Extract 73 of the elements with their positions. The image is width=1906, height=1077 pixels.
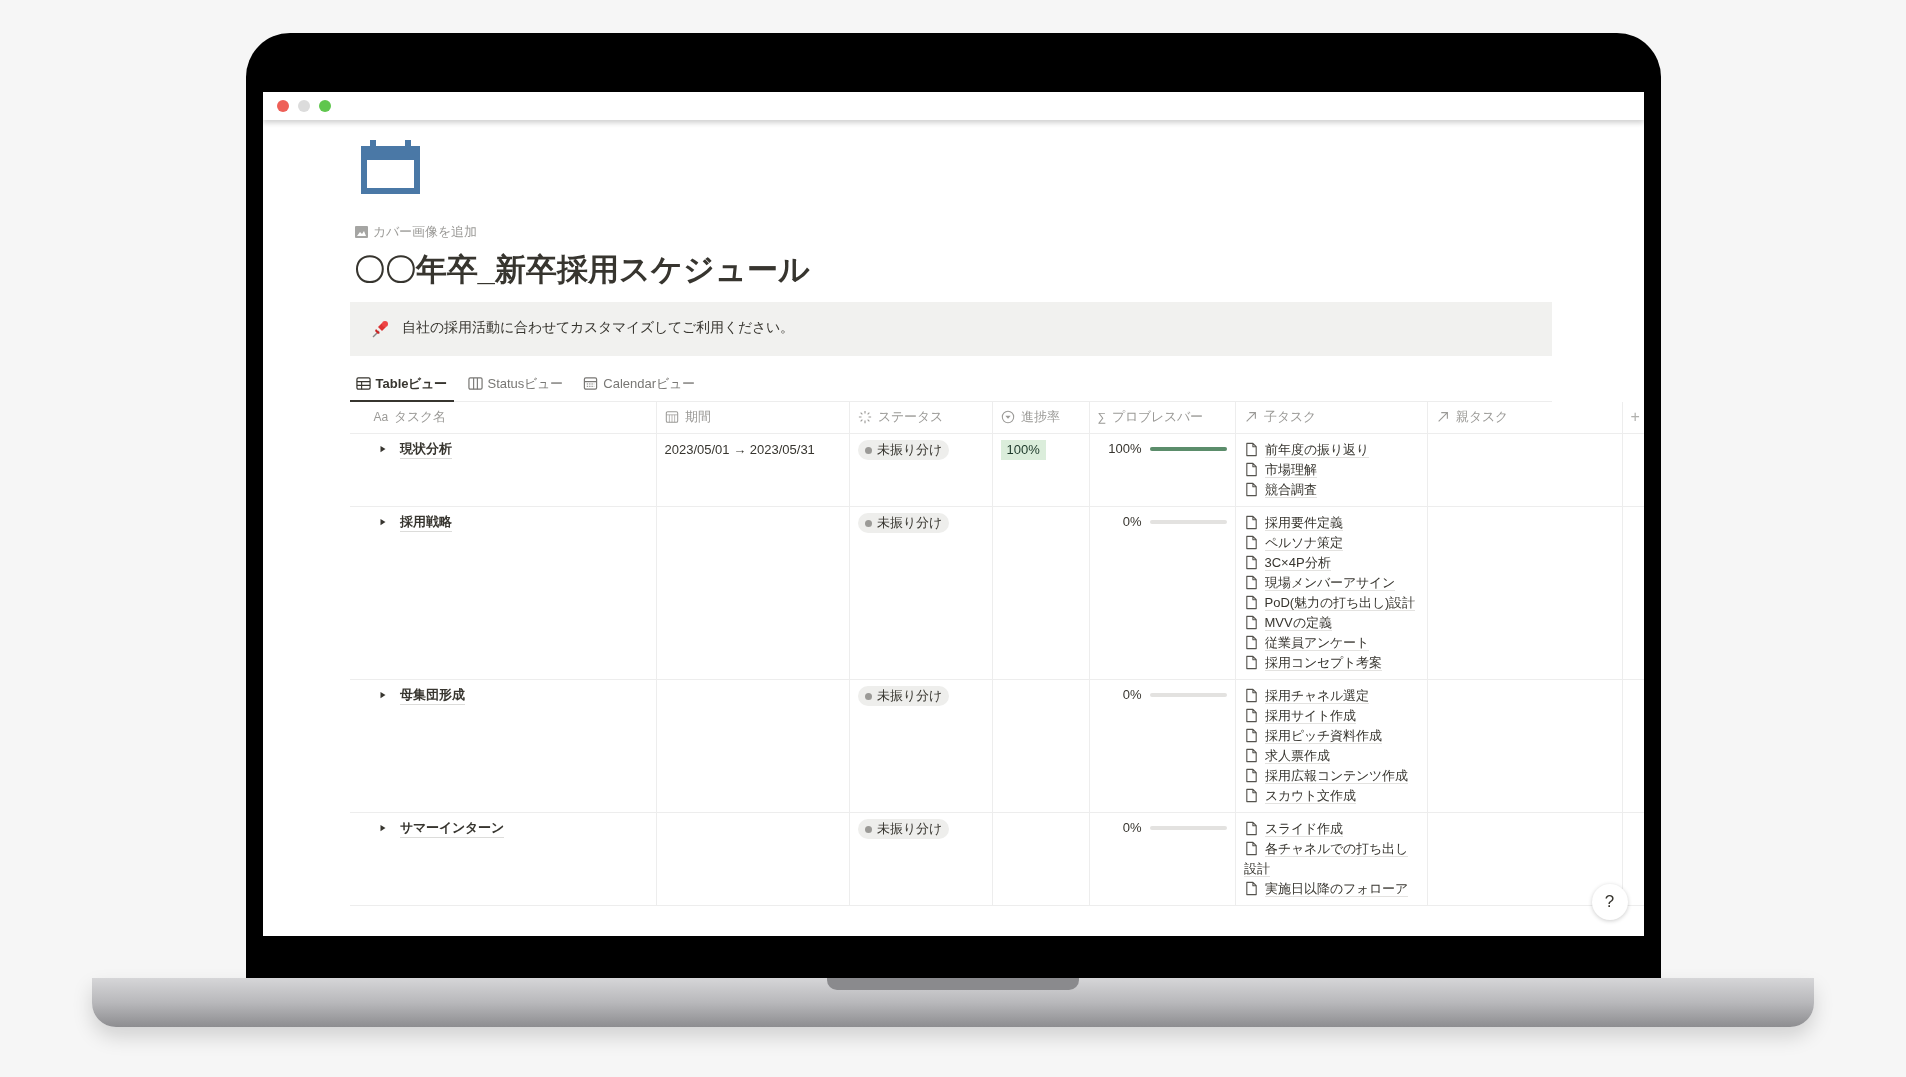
subtask-link[interactable]: 採用要件定義 (1243, 512, 1419, 533)
document-icon (1243, 767, 1259, 783)
status-tag: 未振り分け (857, 440, 949, 460)
document-icon (1243, 880, 1259, 896)
document-icon (1243, 461, 1259, 477)
column-type-icon: Aa (373, 408, 389, 426)
subtask-link[interactable]: 市場理解 (1243, 459, 1419, 480)
view-tab[interactable]: Tableビュー (349, 367, 454, 402)
document-icon (1243, 687, 1259, 703)
percent-text: 0% (1122, 685, 1142, 704)
subtask-link[interactable]: 各チャネルでの打ち出し設計 (1243, 838, 1419, 879)
subtask-link[interactable]: 求人票作成 (1243, 745, 1419, 766)
document-icon (1243, 840, 1259, 856)
document-icon (1243, 707, 1259, 723)
document-icon (1243, 634, 1259, 650)
subtask-link[interactable]: MVVの定義 (1243, 612, 1419, 633)
view-tab[interactable]: Statusビュー (461, 367, 570, 402)
document-icon (1243, 554, 1259, 570)
callout-text: 自社の採用活動に合わせてカスタマイズしてご利用ください。 (401, 319, 794, 338)
subtask-link[interactable]: 採用サイト作成 (1243, 705, 1419, 726)
window-control-button[interactable] (318, 100, 331, 112)
document-icon (1243, 534, 1259, 550)
subtask-link[interactable]: 前年度の振り返り (1243, 439, 1419, 460)
subtask-link[interactable]: 従業員アンケート (1243, 632, 1419, 653)
dropdown-icon (1000, 410, 1015, 424)
percent-text: 0% (1122, 818, 1142, 837)
help-button[interactable]: ? (1591, 884, 1628, 920)
document-icon (1243, 727, 1259, 743)
status-tag: 未振り分け (857, 513, 949, 533)
loading-icon (857, 410, 872, 424)
column-type-icon: ∑ (1097, 408, 1107, 426)
document-icon (1243, 574, 1259, 590)
task-name-link[interactable]: サマーインターン (399, 818, 504, 838)
status-tag: 未振り分け (857, 686, 949, 706)
subtask-link[interactable]: スカウト文作成 (1243, 785, 1419, 806)
document-icon (1243, 481, 1259, 497)
subtask-link[interactable]: 採用広報コンテンツ作成 (1243, 765, 1419, 786)
calendar-icon (360, 140, 420, 194)
document-icon (1243, 654, 1259, 670)
subtask-link[interactable]: 採用チャネル選定 (1243, 685, 1419, 706)
subtask-link[interactable]: スライド作成 (1243, 818, 1419, 839)
subtask-link[interactable]: 採用コンセプト考案 (1243, 652, 1419, 673)
window-control-button[interactable] (276, 100, 289, 112)
date-range-text: 2023/05/01 → 2023/05/31 (664, 441, 815, 457)
subtask-link[interactable]: 3C×4P分析 (1243, 552, 1419, 573)
page-title: 〇〇年卒_新卒採用スケジュール (353, 250, 811, 289)
document-icon (1243, 820, 1259, 836)
image-icon (354, 225, 368, 238)
subtask-link[interactable]: 採用ピッチ資料作成 (1243, 725, 1419, 746)
table-icon (355, 376, 371, 391)
document-icon (1243, 614, 1259, 630)
window-control-button[interactable] (297, 100, 310, 112)
subtask-link[interactable]: 競合調査 (1243, 479, 1419, 500)
document-icon (1243, 594, 1259, 610)
subtask-link[interactable]: ペルソナ策定 (1243, 532, 1419, 553)
document-icon (1243, 514, 1259, 530)
percent-text: 100% (1108, 439, 1142, 458)
progress-tag: 100% (1000, 439, 1046, 460)
document-icon (1243, 747, 1259, 763)
task-name-link[interactable]: 採用戦略 (399, 512, 452, 532)
document-icon (1243, 441, 1259, 457)
task-name-link[interactable]: 母集団形成 (399, 685, 465, 705)
view-tab[interactable]: Calendarビュー (577, 367, 702, 402)
status-tag: 未振り分け (857, 819, 949, 839)
subtask-link[interactable]: PoD(魅力の打ち出し)設計 (1243, 592, 1419, 613)
calendar-icon (583, 376, 599, 391)
document-icon (1243, 787, 1259, 803)
subtask-link[interactable]: 現場メンバーアサイン (1243, 572, 1419, 593)
calendar-icon (664, 410, 679, 424)
subtask-link[interactable]: 実施日以降のフォローア (1243, 878, 1419, 899)
task-name-link[interactable]: 現状分析 (399, 439, 452, 459)
percent-text: 0% (1122, 512, 1142, 531)
board-icon (467, 376, 483, 391)
